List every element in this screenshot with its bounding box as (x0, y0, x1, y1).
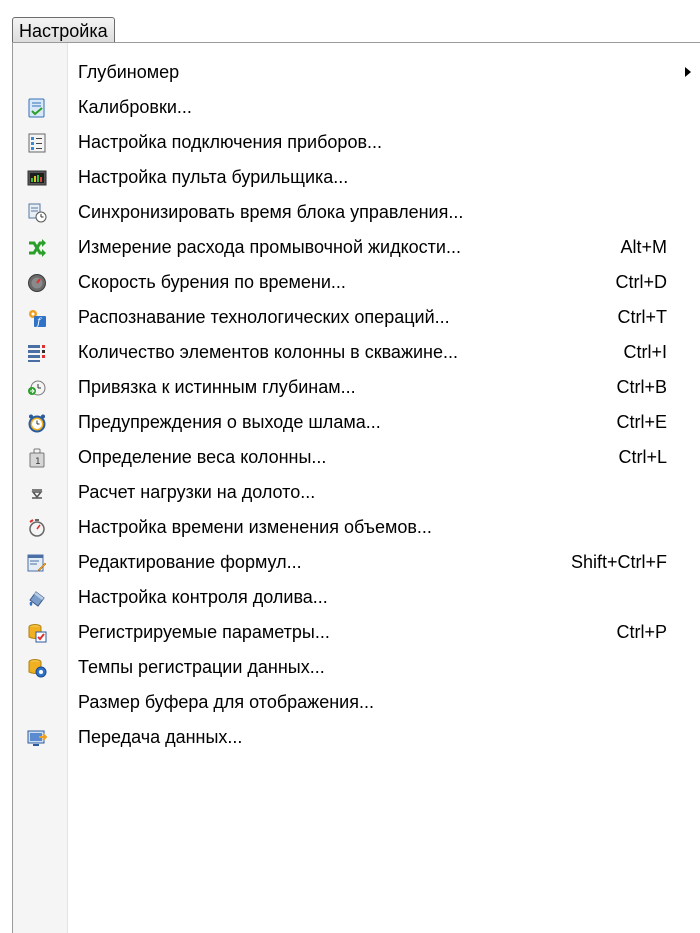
timer-icon (27, 518, 47, 538)
menu-item-cuttings-warnings[interactable]: Предупреждения о выходе шлама... Ctrl+E (13, 405, 699, 439)
menu-item-label: Глубиномер (78, 62, 180, 82)
menu-item-shortcut: Shift+Ctrl+F (570, 552, 667, 572)
checklist-icon (27, 98, 47, 118)
menu-item-shortcut: Ctrl+I (623, 342, 667, 362)
db-settings-icon (27, 658, 47, 678)
menu-item-depth-gauge[interactable]: Глубиномер (13, 55, 699, 89)
menu-item-shortcut: Ctrl+D (615, 272, 667, 292)
menu-item-label: Регистрируемые параметры... (78, 622, 330, 642)
menu-item-label: Настройка времени изменения объемов... (78, 517, 432, 537)
menu-item-label: Скорость бурения по времени... (78, 272, 346, 292)
sync-clock-icon (27, 203, 47, 223)
menu-item-label: Расчет нагрузки на долото... (78, 482, 316, 502)
menu-item-label: Темпы регистрации данных... (78, 657, 325, 677)
menu-item-column-elements[interactable]: Количество элементов колонны в скважине.… (13, 335, 699, 369)
menu-item-label: Измерение расхода промывочной жидкости..… (78, 237, 461, 257)
driller-console-icon (27, 168, 47, 188)
menu-item-drilling-speed[interactable]: Скорость бурения по времени... Ctrl+D (13, 265, 699, 299)
menu-item-label: Калибровки... (78, 97, 192, 117)
menu-item-column-weight[interactable]: 1 Определение веса колонны... Ctrl+L (13, 440, 699, 474)
menu-item-label: Количество элементов колонны в скважине.… (78, 342, 458, 362)
edit-formula-icon (27, 553, 47, 573)
alarm-clock-icon (27, 413, 47, 433)
depth-link-icon (27, 378, 47, 398)
menu-item-label: Размер буфера для отображения... (78, 692, 374, 712)
submenu-arrow-icon (685, 67, 691, 77)
menu-item-label: Определение веса колонны... (78, 447, 327, 467)
svg-text:1: 1 (35, 457, 41, 467)
menu-item-shortcut: Ctrl+B (616, 377, 667, 397)
menu-item-shortcut: Ctrl+P (616, 622, 667, 642)
speedometer-icon (27, 273, 47, 293)
menu-item-sync-time[interactable]: Синхронизировать время блока управления.… (13, 195, 699, 229)
menu-item-data-transfer[interactable]: Передача данных... (13, 720, 699, 754)
fill-control-icon (27, 588, 47, 608)
menu-item-calibrations[interactable]: Калибровки... (13, 90, 699, 124)
menu-item-shortcut: Alt+M (620, 237, 667, 257)
menu-item-label: Привязка к истинным глубинам... (78, 377, 356, 397)
menu-item-true-depth[interactable]: Привязка к истинным глубинам... Ctrl+B (13, 370, 699, 404)
menu-item-label: Редактирование формул... (78, 552, 302, 572)
shuffle-arrows-icon (27, 238, 47, 258)
menu-item-buffer-size[interactable]: Размер буфера для отображения... (13, 685, 699, 719)
menu-item-label: Распознавание технологических операций..… (78, 307, 450, 327)
settings-dropdown-menu: Глубиномер Калибровки... Настройка подкл… (12, 42, 700, 933)
menu-item-volume-time[interactable]: Настройка времени изменения объемов... (13, 510, 699, 544)
function-recognition-icon: f (27, 308, 47, 328)
menu-item-shortcut: Ctrl+T (617, 307, 668, 327)
device-connection-icon (27, 133, 47, 153)
menu-item-registered-params[interactable]: Регистрируемые параметры... Ctrl+P (13, 615, 699, 649)
menu-item-label: Передача данных... (78, 727, 243, 747)
menu-item-label: Синхронизировать время блока управления.… (78, 202, 464, 222)
load-icon (27, 483, 47, 503)
db-checklist-icon (27, 623, 47, 643)
menu-item-shortcut: Ctrl+E (616, 412, 667, 432)
menu-bar: Настройка (0, 0, 700, 43)
menu-item-fill-control[interactable]: Настройка контроля долива... (13, 580, 699, 614)
menu-item-device-connection[interactable]: Настройка подключения приборов... (13, 125, 699, 159)
weight-icon: 1 (27, 448, 47, 468)
column-elements-icon (27, 343, 47, 363)
menu-item-label: Настройка контроля долива... (78, 587, 328, 607)
menu-item-fluid-flow[interactable]: Измерение расхода промывочной жидкости..… (13, 230, 699, 264)
menu-item-operation-recognition[interactable]: f Распознавание технологических операций… (13, 300, 699, 334)
menu-item-registration-rates[interactable]: Темпы регистрации данных... (13, 650, 699, 684)
menu-title-settings[interactable]: Настройка (12, 17, 115, 43)
menu-item-driller-console[interactable]: Настройка пульта бурильщика... (13, 160, 699, 194)
menu-item-label: Настройка пульта бурильщика... (78, 167, 349, 187)
data-transfer-icon (27, 728, 48, 748)
menu-item-label: Настройка подключения приборов... (78, 132, 383, 152)
menu-item-edit-formulas[interactable]: Редактирование формул... Shift+Ctrl+F (13, 545, 699, 579)
menu-item-shortcut: Ctrl+L (618, 447, 667, 467)
menu-item-label: Предупреждения о выходе шлама... (78, 412, 381, 432)
menu-item-bit-load[interactable]: Расчет нагрузки на долото... (13, 475, 699, 509)
